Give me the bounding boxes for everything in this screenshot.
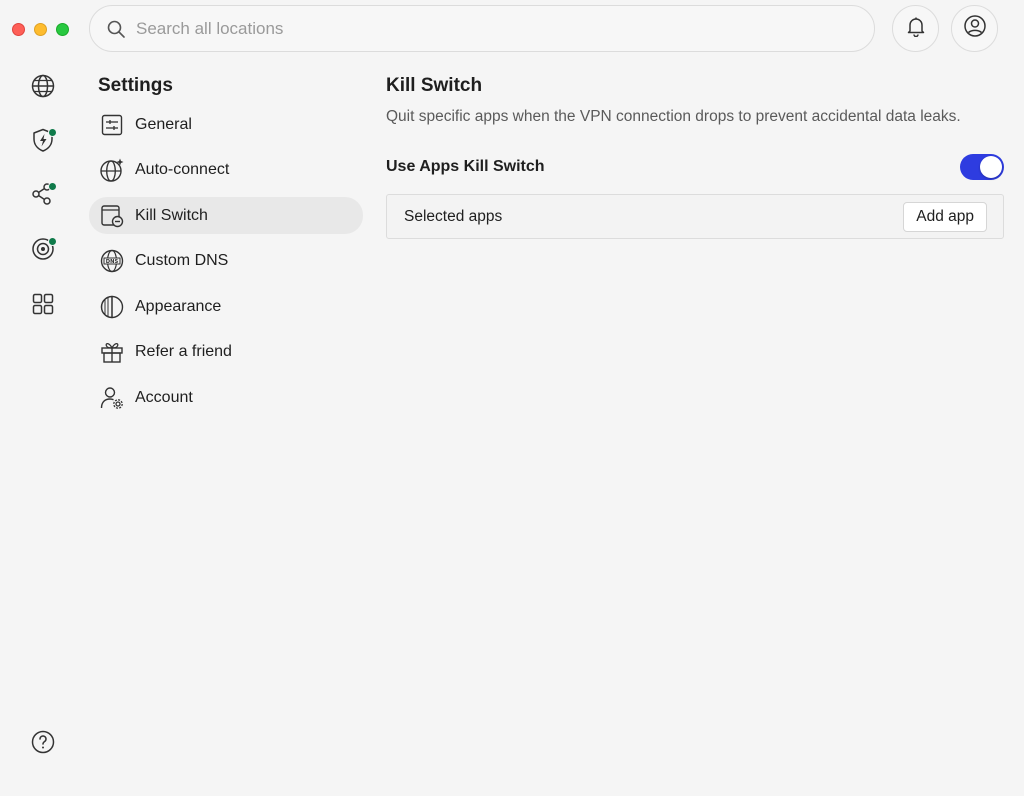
kill-switch-panel: Kill Switch Quit specific apps when the …: [386, 75, 1004, 239]
nav-item-auto-connect[interactable]: Auto-connect: [89, 152, 363, 189]
minimize-window-button[interactable]: [34, 23, 47, 36]
appearance-icon: [99, 294, 125, 320]
nav-item-label: Appearance: [135, 297, 222, 315]
selected-apps-box: Selected apps Add app: [386, 194, 1004, 239]
close-window-button[interactable]: [12, 23, 25, 36]
apps-grid-icon: [31, 292, 55, 321]
globe-sparkle-icon: [99, 157, 125, 183]
svg-text:DNS: DNS: [106, 259, 119, 265]
nav-item-label: Kill Switch: [135, 206, 208, 224]
selected-apps-label: Selected apps: [404, 207, 503, 225]
status-badge: [48, 182, 57, 191]
user-circle-icon: [963, 14, 987, 43]
rail-item-threat-protection[interactable]: [28, 127, 58, 157]
nav-item-general[interactable]: General: [89, 106, 363, 143]
rail-item-dark-web-monitor[interactable]: [28, 236, 58, 266]
help-button[interactable]: [30, 729, 56, 760]
status-badge: [48, 128, 57, 137]
account-gear-icon: [99, 385, 125, 411]
window-controls: [12, 23, 69, 36]
globe-icon: [30, 73, 56, 104]
gift-icon: [99, 339, 125, 365]
apps-kill-switch-row: Use Apps Kill Switch: [386, 152, 1004, 182]
kill-switch-icon: [99, 203, 125, 229]
nav-item-custom-dns[interactable]: DNS Custom DNS: [89, 243, 363, 280]
rail-item-meshnet[interactable]: [28, 181, 58, 211]
help-icon: [30, 729, 56, 760]
settings-title: Settings: [98, 75, 173, 96]
sliders-icon: [99, 112, 125, 138]
icon-rail: [0, 60, 86, 796]
search-icon: [106, 19, 126, 39]
notifications-button[interactable]: [892, 5, 939, 52]
toggle-knob: [980, 156, 1002, 178]
nav-item-appearance[interactable]: Appearance: [89, 288, 363, 325]
nav-item-label: Account: [135, 389, 193, 407]
nav-item-refer-a-friend[interactable]: Refer a friend: [89, 334, 363, 371]
apps-kill-switch-toggle[interactable]: [960, 154, 1004, 180]
maximize-window-button[interactable]: [56, 23, 69, 36]
toggle-label: Use Apps Kill Switch: [386, 158, 545, 175]
settings-nav: General Auto-connect Kill Switch DNS Cus…: [89, 106, 363, 425]
add-app-button[interactable]: Add app: [903, 201, 987, 232]
rail-item-apps[interactable]: [28, 291, 58, 321]
nav-item-label: Auto-connect: [135, 161, 230, 179]
nav-item-label: General: [135, 115, 192, 133]
app-window: Settings General Auto-connect Kill Switc…: [0, 0, 1024, 796]
bell-icon: [905, 15, 927, 42]
nav-item-label: Refer a friend: [135, 343, 232, 361]
search-input[interactable]: [136, 18, 836, 39]
nav-item-kill-switch[interactable]: Kill Switch: [89, 197, 363, 235]
nav-item-account[interactable]: Account: [89, 380, 363, 417]
page-description: Quit specific apps when the VPN connecti…: [386, 108, 961, 125]
rail-item-servers[interactable]: [28, 73, 58, 103]
status-badge: [48, 237, 57, 246]
dns-globe-icon: DNS: [99, 248, 125, 274]
nav-item-label: Custom DNS: [135, 252, 229, 270]
page-title: Kill Switch: [386, 75, 483, 96]
search-bar[interactable]: [89, 5, 875, 52]
account-button[interactable]: [951, 5, 998, 52]
